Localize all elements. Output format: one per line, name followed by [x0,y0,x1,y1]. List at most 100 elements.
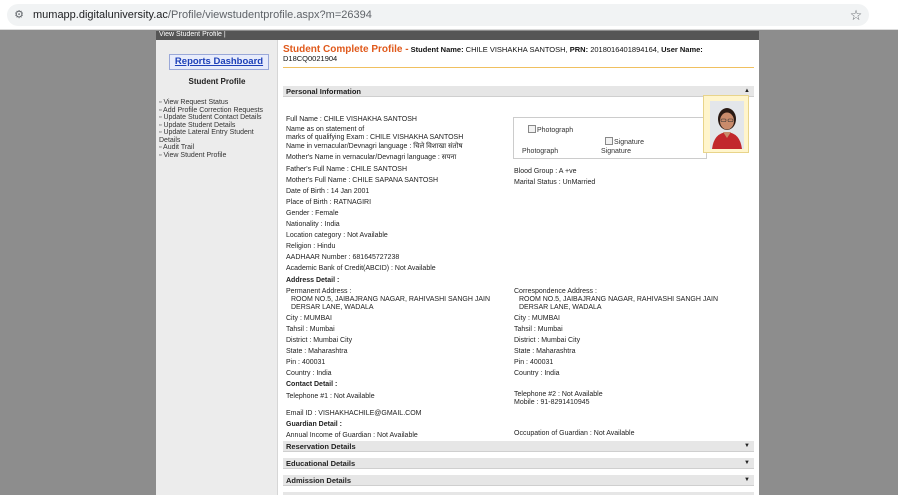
permanent-country: Country : India [286,370,332,377]
guardian-income: Annual Income of Guardian : Not Availabl… [286,432,418,439]
site-settings-icon[interactable]: ⚙ [13,9,25,21]
sidebar-item-label: Audit Trail [163,144,195,151]
mobile-number: Mobile : 91-8291410945 [514,399,590,406]
section-educational-details[interactable]: Educational Details ▼ [283,458,754,469]
header-divider [283,67,754,68]
sidebar-links: ▫ View Request Status ▫ Add Profile Corr… [159,99,277,159]
correspondence-state: State : Maharashtra [514,348,576,355]
student-photo-frame [703,95,749,153]
expand-arrow-icon[interactable]: ▼ [744,443,750,450]
sidebar-item-add-profile-correction[interactable]: ▫ Add Profile Correction Requests [159,107,277,115]
blood-group: Blood Group : A +ve [514,168,577,175]
correspondence-tahsil: Tahsil : Mumbai [514,326,563,333]
correspondence-pin: Pin : 400031 [514,359,554,366]
sidebar: Reports Dashboard Student Profile ▫ View… [156,40,278,495]
sidebar-item-label: Update Student Contact Details [163,114,262,121]
expand-arrow-icon[interactable]: ▼ [744,477,750,484]
telephone-1: Telephone #1 : Not Available [286,393,375,400]
address-heading: Address Detail : [286,277,340,284]
permanent-tahsil: Tahsil : Mumbai [286,326,335,333]
profile-header: Student Complete Profile - Student Name:… [283,45,753,64]
section-title: Admission Details [286,476,352,485]
permanent-district: District : Mumbai City [286,337,353,344]
collapse-arrow-icon[interactable]: ▲ [744,88,750,95]
sidebar-item-update-contact[interactable]: ▫ Update Student Contact Details [159,114,277,122]
browser-toolbar: ⚙ mumapp.digitaluniversity.ac/Profile/vi… [0,0,898,30]
correspondence-address-line2: DERSAR LANE, WADALA [519,304,602,311]
sidebar-item-label: View Student Profile [163,151,227,159]
permanent-city: City : MUMBAI [286,315,332,322]
sidebar-item-label: Add Profile Correction Requests [163,106,264,114]
prn-value: 2018016401894164, [590,45,660,54]
expand-arrow-icon[interactable]: ▼ [744,460,750,467]
sidebar-heading: Student Profile [188,77,246,86]
father-name: Father's Full Name : CHILE SANTOSH [286,166,408,173]
section-title: Personal Information [286,87,362,96]
student-photo [710,101,744,149]
url-host: mumapp.digitaluniversity.ac [33,9,168,21]
sidebar-item-view-request-status[interactable]: ▫ View Request Status [159,99,277,107]
name-statement-line2: marks of qualifying Exam : CHILE VISHAKH… [286,134,464,141]
correspondence-address-label: Correspondence Address : [514,288,597,295]
contact-heading: Contact Detail : [286,381,338,388]
section-title: Educational Details [286,459,356,468]
student-name: CHILE VISHAKHA SANTOSH, [465,45,568,54]
marital-status: Marital Status : UnMarried [514,179,596,186]
section-admission-details[interactable]: Admission Details ▼ [283,475,754,486]
user-name-value: D18CQ0021904 [283,54,338,63]
permanent-address-line2: DERSAR LANE, WADALA [291,304,374,311]
top-nav-strip: View Student Profile | [156,31,759,40]
section-title: Reservation Details [286,442,356,451]
mother-name-vernacular: Mother's Name in vernacular/Devnagri lan… [286,154,457,161]
section-reservation-details[interactable]: Reservation Details ▼ [283,441,754,452]
reports-dashboard-button[interactable]: Reports Dashboard [169,54,269,70]
user-name-label: User Name: [661,45,703,54]
top-nav-label[interactable]: View Student Profile | [159,31,226,40]
main-content: Student Complete Profile - Student Name:… [278,40,759,495]
signature-placeholder: Signature [605,137,644,146]
permanent-state: State : Maharashtra [286,348,348,355]
correspondence-district: District : Mumbai City [514,337,581,344]
nationality: Nationality : India [286,221,340,228]
address-bar[interactable]: ⚙ mumapp.digitaluniversity.ac/Profile/vi… [7,4,869,26]
url-path: /Profile/viewstudentprofile.aspx?m=26394 [167,9,372,21]
permanent-address-line1: ROOM NO.5, JAIBAJRANG NAGAR, RAHIVASHI S… [291,296,491,303]
permanent-address-label: Permanent Address : [286,288,352,295]
bookmark-star-icon[interactable]: ☆ [847,6,865,24]
sidebar-item-label: View Request Status [163,99,229,106]
gender: Gender : Female [286,210,339,217]
correspondence-address-line1: ROOM NO.5, JAIBAJRANG NAGAR, RAHIVASHI S… [519,296,719,303]
aadhaar-number: AADHAAR Number : 681645727238 [286,254,400,261]
telephone-2: Telephone #2 : Not Available [514,391,603,398]
religion: Religion : Hindu [286,243,336,250]
photo-alt-text: Photograph [537,127,574,134]
abc-id: Academic Bank of Credit(ABCID) : Not Ava… [286,265,436,272]
sidebar-item-update-lateral-entry[interactable]: ▫ Update Lateral Entry Student Details [159,129,277,144]
sidebar-item-label: Update Student Details [163,121,236,129]
section-personal-information[interactable]: Personal Information ▲ [283,86,754,97]
signature-alt-text: Signature [614,139,644,146]
full-name: Full Name : CHILE VISHAKHA SANTOSH [286,116,417,123]
guardian-occupation: Occupation of Guardian : Not Available [514,430,635,437]
student-portrait-image [710,101,744,149]
place-of-birth: Place of Birth : RATNAGIRI [286,199,372,206]
email-id: Email ID : VISHAKHACHILE@GMAIL.COM [286,410,422,417]
guardian-heading: Guardian Detail : [286,421,343,428]
location-category: Location category : Not Available [286,232,388,239]
photo-signature-table: Photograph Signature Photograph Signatur… [513,117,707,159]
sidebar-item-audit-trail[interactable]: ▫ Audit Trail [159,144,277,152]
sidebar-item-view-student-profile[interactable]: ▫ View Student Profile [159,152,277,160]
signature-caption: Signature [601,148,631,155]
broken-image-icon [605,137,613,145]
url-text[interactable]: mumapp.digitaluniversity.ac/Profile/view… [33,8,372,22]
sidebar-item-update-student-details[interactable]: ▫ Update Student Details [159,122,277,130]
date-of-birth: Date of Birth : 14 Jan 2001 [286,188,370,195]
permanent-pin: Pin : 400031 [286,359,326,366]
student-name-label: Student Name: [410,45,464,54]
photograph-caption: Photograph [522,148,559,155]
mother-name: Mother's Full Name : CHILE SAPANA SANTOS… [286,177,439,184]
name-statement-line1: Name as on statement of [286,126,365,133]
name-vernacular: Name in vernacular/Devnagri language : च… [286,143,463,150]
sidebar-item-label: Update Lateral Entry Student Details [159,129,254,144]
prn-label: PRN: [569,45,589,54]
